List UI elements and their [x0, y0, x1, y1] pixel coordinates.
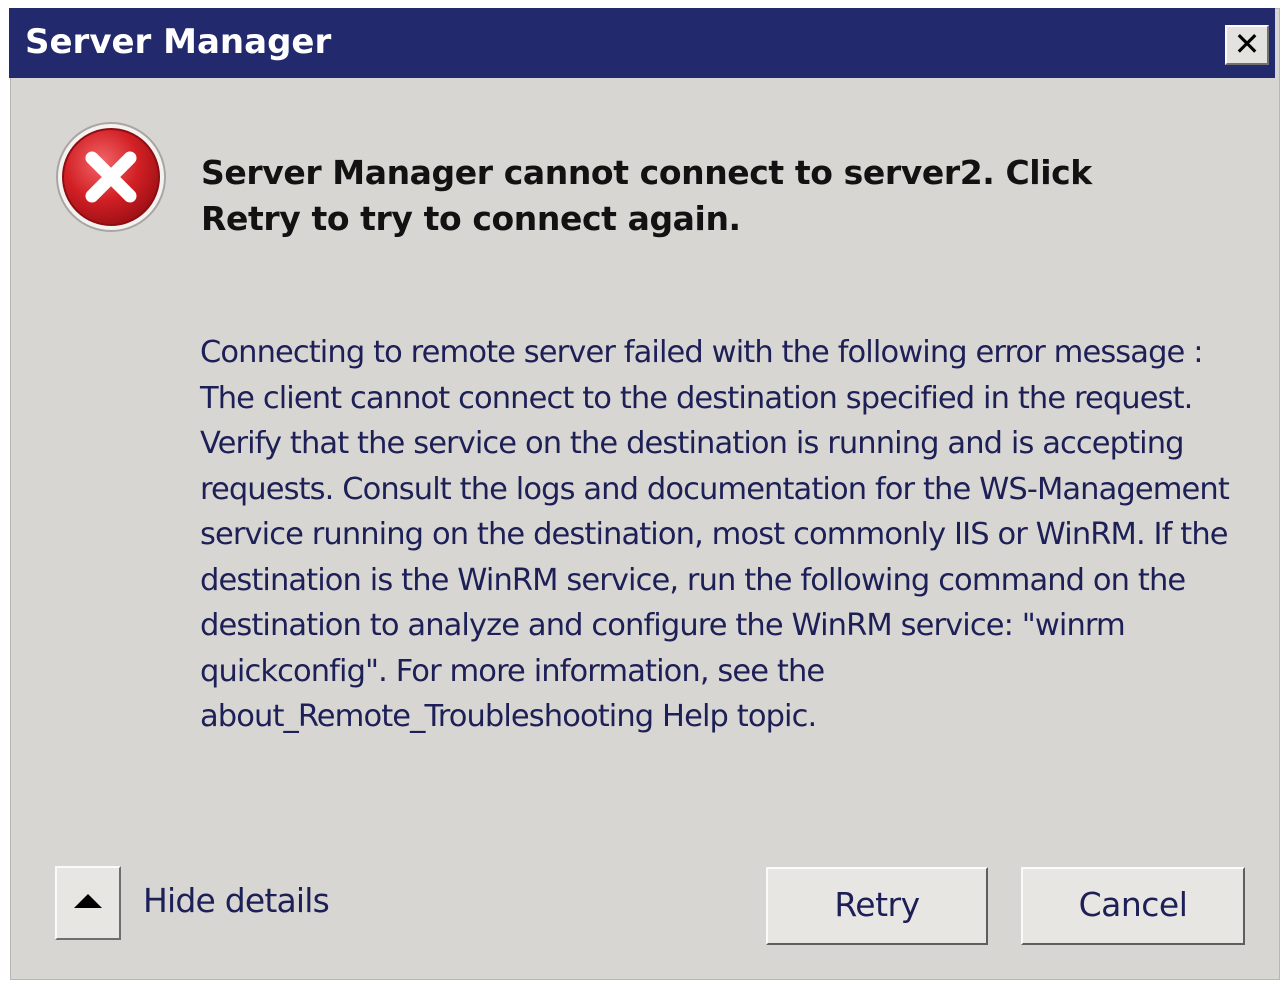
close-button[interactable]: ✕ — [1225, 25, 1269, 65]
error-details: Connecting to remote server failed with … — [200, 335, 1230, 734]
window-title: Server Manager — [25, 22, 332, 62]
error-heading: Server Manager cannot connect to server2… — [201, 153, 1092, 238]
close-icon: ✕ — [1233, 25, 1261, 63]
title-bar[interactable]: Server Manager ✕ — [9, 8, 1275, 78]
hide-details-toggle-button[interactable] — [55, 866, 121, 940]
retry-button[interactable]: Retry — [766, 867, 988, 945]
cancel-button[interactable]: Cancel — [1021, 867, 1245, 945]
triangle-up-icon — [74, 894, 102, 908]
error-icon — [56, 122, 166, 232]
hide-details-label[interactable]: Hide details — [143, 879, 330, 923]
